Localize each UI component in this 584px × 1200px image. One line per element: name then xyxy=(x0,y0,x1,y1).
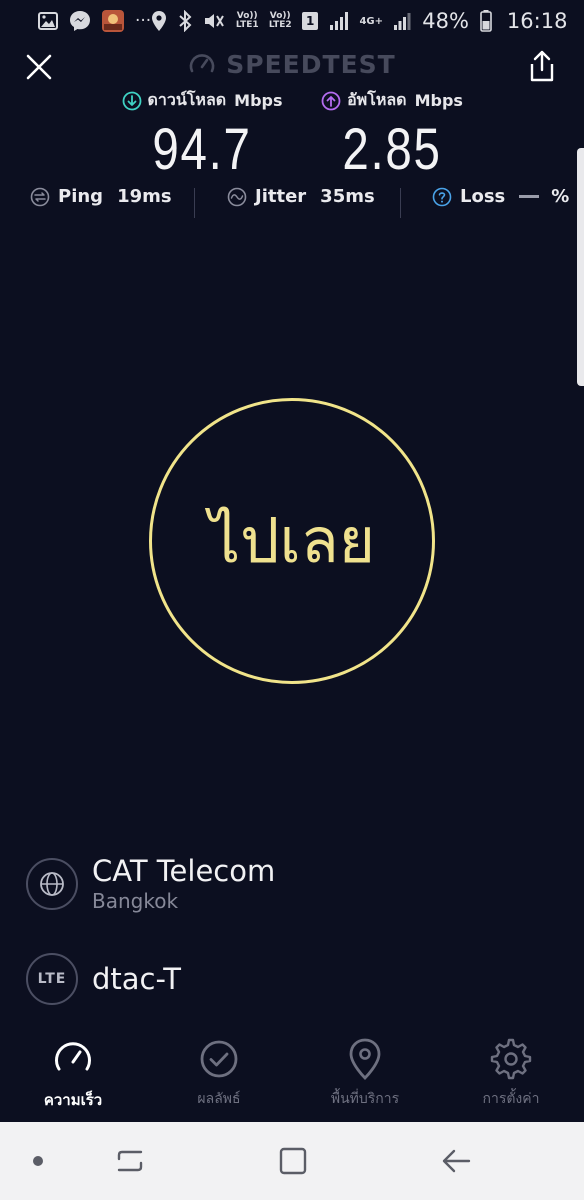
loss-metric[interactable]: Loss % xyxy=(432,186,569,207)
upload-result: อัพโหลด Mbps 2.85 xyxy=(277,88,507,181)
back-button[interactable] xyxy=(438,1144,474,1178)
nav-label: ความเร็ว xyxy=(43,1091,103,1109)
download-unit: Mbps xyxy=(234,91,283,110)
mute-icon xyxy=(203,11,225,31)
more-notifications-icon: ··· xyxy=(135,11,152,31)
location-icon xyxy=(151,10,167,32)
network-info[interactable]: LTE dtac-T xyxy=(26,953,181,1005)
signal-1-icon xyxy=(329,11,349,31)
status-bar: ··· Vo)) LTE1 Vo)) LTE2 1 4G+ 48% 16:18 xyxy=(0,0,584,42)
battery-icon xyxy=(480,10,492,32)
gear-icon xyxy=(438,1034,584,1084)
download-value: 94.7 xyxy=(152,117,252,182)
nav-item-speed[interactable]: ความเร็ว xyxy=(0,1034,146,1112)
lte-icon: LTE xyxy=(26,953,78,1005)
go-button-label: ไปเลย xyxy=(208,504,376,577)
upload-label: อัพโหลด xyxy=(347,90,407,109)
upload-unit: Mbps xyxy=(414,91,463,110)
metric-divider xyxy=(400,188,401,218)
lte-badge: LTE xyxy=(37,971,67,987)
speedometer-logo-icon xyxy=(190,53,215,72)
dot-indicator-icon xyxy=(30,1144,46,1178)
gallery-icon xyxy=(38,12,58,30)
game-app-icon xyxy=(102,10,124,32)
upload-arrow-icon xyxy=(321,91,341,110)
ping-value: 19ms xyxy=(117,186,172,207)
speed-results: ดาวน์โหลด Mbps 94.7 อัพโหลด Mbps 2.85 xyxy=(0,88,584,183)
download-arrow-icon xyxy=(122,91,141,110)
nav-label: การตั้งค่า xyxy=(482,1091,540,1107)
network-name: dtac-T xyxy=(92,962,182,996)
upload-label-row: อัพโหลด Mbps xyxy=(277,88,507,113)
bluetooth-icon xyxy=(178,10,192,32)
home-button[interactable] xyxy=(276,1144,310,1178)
messenger-icon xyxy=(69,10,91,32)
metric-divider xyxy=(194,188,195,218)
nav-item-settings[interactable]: การตั้งค่า xyxy=(438,1034,584,1110)
upload-value: 2.85 xyxy=(342,117,442,182)
sim-badge: 1 xyxy=(302,12,319,30)
go-button[interactable]: ไปเลย xyxy=(149,398,435,684)
jitter-icon xyxy=(227,187,247,206)
recent-apps-icon xyxy=(117,1150,143,1172)
nav-label: พื้นที่บริการ xyxy=(330,1091,400,1107)
download-label: ดาวน์โหลด xyxy=(147,90,227,109)
nav-item-results[interactable]: ผลลัพธ์ xyxy=(146,1034,292,1110)
status-bar-right: Vo)) LTE1 Vo)) LTE2 1 4G+ 48% 16:18 xyxy=(151,9,567,33)
share-icon xyxy=(530,50,554,82)
jitter-metric: Jitter 35ms xyxy=(227,186,375,207)
jitter-label: Jitter xyxy=(255,186,307,207)
loss-empty-dash xyxy=(519,195,540,198)
recent-apps-button[interactable] xyxy=(112,1144,148,1178)
signal-2-icon xyxy=(393,11,411,31)
home-icon xyxy=(279,1147,307,1175)
server-provider: CAT Telecom xyxy=(92,854,276,888)
system-nav-bar xyxy=(0,1122,584,1200)
ping-metric: Ping 19ms xyxy=(30,186,172,207)
check-circle-icon xyxy=(146,1034,292,1084)
app-header: SPEEDTEST xyxy=(0,42,584,90)
speedometer-icon xyxy=(0,1034,146,1084)
battery-percent: 48% xyxy=(422,9,469,33)
server-text: CAT Telecom Bangkok xyxy=(92,854,275,914)
volte-1-indicator: Vo)) LTE1 xyxy=(235,11,259,30)
globe-icon xyxy=(26,858,78,910)
server-info[interactable]: CAT Telecom Bangkok xyxy=(26,854,275,914)
nav-label: ผลลัพธ์ xyxy=(197,1091,241,1107)
jitter-value: 35ms xyxy=(320,186,375,207)
loss-unit: % xyxy=(551,186,570,207)
brand: SPEEDTEST xyxy=(0,50,584,79)
help-icon[interactable] xyxy=(432,187,452,207)
bottom-nav: ความเร็ว ผลลัพธ์ พื้นที่บริการ การตั้งค่… xyxy=(0,1034,584,1122)
scrollbar[interactable] xyxy=(577,148,584,386)
nav-item-coverage[interactable]: พื้นที่บริการ xyxy=(292,1034,438,1110)
back-arrow-icon xyxy=(442,1149,471,1173)
app-title: SPEEDTEST xyxy=(226,50,396,79)
server-location: Bangkok xyxy=(92,889,179,913)
ping-icon xyxy=(30,187,50,206)
latency-metrics: Ping 19ms Jitter 35ms Loss % xyxy=(0,186,584,222)
ping-label: Ping xyxy=(58,186,104,207)
share-button[interactable] xyxy=(524,48,560,84)
clock: 16:18 xyxy=(506,9,568,33)
network-type-indicator: 4G+ xyxy=(359,15,383,27)
map-pin-icon xyxy=(292,1034,438,1084)
status-bar-left: ··· xyxy=(38,10,151,32)
loss-label: Loss xyxy=(460,186,506,207)
volte-2-indicator: Vo)) LTE2 xyxy=(268,11,292,30)
